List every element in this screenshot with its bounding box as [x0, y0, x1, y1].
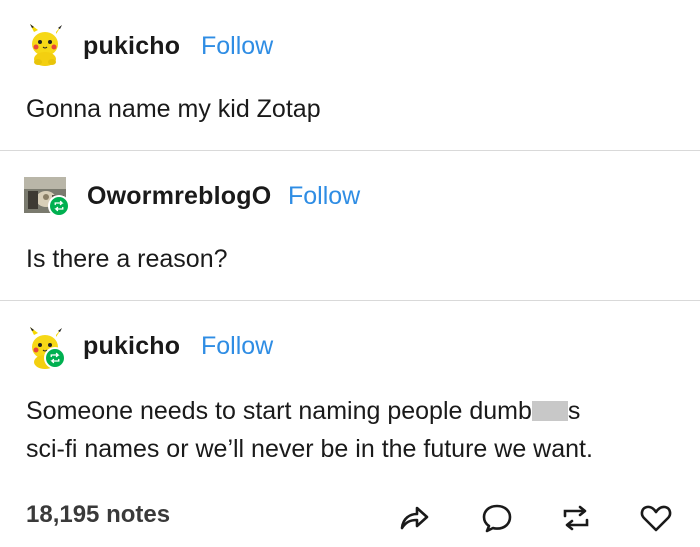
post-username[interactable]: pukicho: [83, 32, 180, 61]
post-body-line1-start: Someone needs to start naming people dum…: [26, 397, 532, 425]
post-body: Is there a reason?: [26, 245, 228, 273]
post-username[interactable]: OwormreblogO: [87, 182, 271, 211]
pikachu-avatar-icon[interactable]: [22, 327, 68, 369]
follow-button[interactable]: Follow: [201, 32, 273, 61]
post-body-line2: sci-fi names or we’ll never be in the fu…: [26, 435, 593, 463]
pikachu-avatar-icon[interactable]: [22, 24, 68, 66]
follow-button[interactable]: Follow: [288, 182, 360, 211]
like-icon[interactable]: [638, 500, 674, 536]
reblog-badge-icon: [48, 195, 70, 217]
follow-button[interactable]: Follow: [201, 332, 273, 361]
notes-count[interactable]: 18,195 notes: [26, 501, 170, 529]
post-body: Someone needs to start naming people dum…: [26, 392, 686, 468]
post-body-line1-end: s: [567, 397, 581, 425]
reblog-icon[interactable]: [558, 500, 594, 536]
share-icon[interactable]: [396, 500, 432, 536]
censor-block: [531, 401, 568, 421]
post-body: Gonna name my kid Zotap: [26, 95, 321, 123]
comment-icon[interactable]: [479, 500, 515, 536]
post-username[interactable]: pukicho: [83, 332, 180, 361]
photo-avatar-icon[interactable]: [24, 175, 70, 217]
reblog-badge-icon: [44, 347, 66, 369]
post-original: pukicho Follow Gonna name my kid Zotap: [0, 0, 700, 150]
